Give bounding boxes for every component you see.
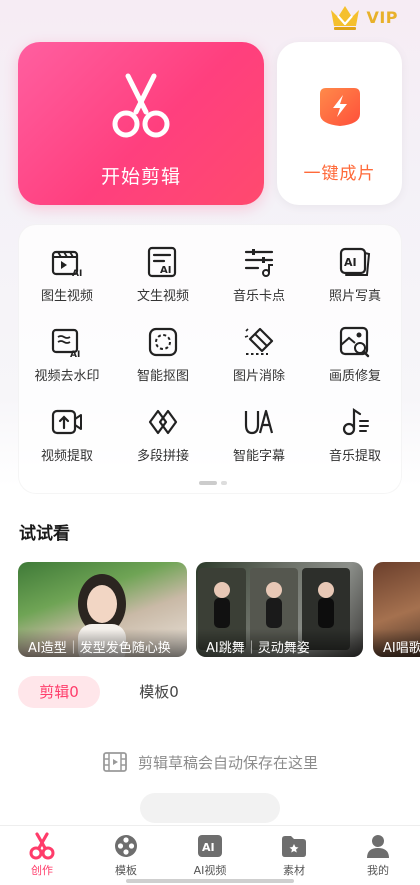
material-icon	[282, 836, 306, 857]
tool-remove-watermark[interactable]: AI 视频去水印	[19, 325, 115, 397]
photo-portrait-icon: AI	[339, 247, 371, 276]
scissors-icon	[112, 73, 170, 138]
faded-action-button	[140, 793, 280, 823]
try-card-caption: AI唱歌	[373, 629, 420, 657]
try-card-ai-dance[interactable]: AI跳舞｜灵动舞姿	[196, 562, 363, 657]
tool-label: 视频提取	[40, 449, 93, 464]
tool-label: 智能字幕	[232, 449, 285, 464]
svg-text:AI: AI	[72, 269, 82, 279]
tool-label: 画质修复	[328, 369, 381, 384]
start-edit-button[interactable]: 开始剪辑	[18, 42, 264, 205]
try-section-title: 试试看	[19, 524, 70, 544]
nav-create[interactable]: 创作	[0, 826, 84, 885]
multi-splice-icon	[148, 409, 178, 435]
nav-ai-video[interactable]: AI AI视频	[168, 826, 252, 885]
tool-music-beat[interactable]: 音乐卡点	[211, 245, 307, 317]
try-card-ai-style[interactable]: AI造型｜发型发色随心换	[18, 562, 187, 657]
profile-icon	[367, 835, 389, 858]
ai-video-icon: AI	[198, 835, 222, 857]
bottom-navigation: 创作 模板 AI AI视频 素材 我的	[0, 825, 420, 885]
tool-quality-repair[interactable]: 画质修复	[307, 325, 403, 397]
svg-text:AI: AI	[202, 841, 215, 854]
tab-edit-drafts[interactable]: 剪辑0	[18, 676, 100, 708]
start-edit-label: 开始剪辑	[100, 166, 181, 188]
tool-video-extract[interactable]: 视频提取	[19, 405, 115, 477]
nav-template[interactable]: 模板	[84, 826, 168, 885]
empty-drafts-text: 剪辑草稿会自动保存在这里	[137, 753, 318, 772]
try-card-row[interactable]: AI造型｜发型发色随心换 AI跳舞｜灵动舞姿 AI唱歌	[18, 562, 420, 657]
tool-multi-splice[interactable]: 多段拼接	[115, 405, 211, 477]
music-beat-icon	[244, 249, 274, 277]
crown-icon	[331, 6, 360, 30]
tool-label: 图生视频	[40, 289, 93, 304]
tool-smart-subtitle[interactable]: 智能字幕	[211, 405, 307, 477]
tab-templates[interactable]: 模板0	[124, 676, 194, 708]
tool-label: 音乐卡点	[232, 289, 285, 304]
empty-drafts-message: 剪辑草稿会自动保存在这里	[0, 750, 420, 774]
smart-cutout-icon	[148, 327, 178, 357]
music-extract-icon	[342, 407, 369, 436]
smart-subtitle-icon	[244, 409, 274, 435]
image-to-video-icon: AI	[51, 250, 82, 279]
page-indicator	[199, 481, 227, 485]
nav-label: 素材	[283, 864, 305, 877]
svg-text:AI: AI	[344, 256, 357, 269]
one-click-label: 一键成片	[303, 164, 376, 184]
svg-text:AI: AI	[70, 350, 80, 359]
vip-label: VIP	[366, 7, 398, 27]
tool-photo-portrait[interactable]: AI 照片写真	[307, 245, 403, 317]
nav-label: 创作	[31, 864, 53, 877]
nav-label: 模板	[115, 864, 137, 877]
nav-profile[interactable]: 我的	[336, 826, 420, 885]
home-indicator	[126, 879, 294, 883]
tool-text-to-video[interactable]: AI 文生视频	[115, 245, 211, 317]
create-icon	[29, 832, 55, 860]
try-card-ai-sing[interactable]: AI唱歌	[373, 562, 420, 657]
quality-repair-icon	[339, 326, 370, 358]
tool-label: 文生视频	[136, 289, 189, 304]
tool-label: 多段拼接	[136, 449, 189, 464]
one-click-video-button[interactable]: 一键成片	[277, 42, 402, 205]
tool-label: 智能抠图	[136, 369, 189, 384]
tool-music-extract[interactable]: 音乐提取	[307, 405, 403, 477]
svg-text:AI: AI	[160, 265, 171, 276]
tool-image-erase[interactable]: 图片消除	[211, 325, 307, 397]
vip-badge[interactable]: VIP	[328, 2, 398, 32]
tool-label: 照片写真	[328, 289, 381, 304]
tools-panel: AI 图生视频 AI 文生视频 音乐卡点 AI 照片写真 AI 视频去水印 智能…	[18, 224, 402, 494]
eraser-icon	[244, 327, 274, 355]
try-card-caption: AI造型｜发型发色随心换	[18, 629, 187, 657]
remove-watermark-icon: AI	[51, 328, 80, 359]
nav-label: 我的	[367, 864, 389, 877]
video-extract-icon	[51, 409, 82, 435]
tool-image-to-video[interactable]: AI 图生视频	[19, 245, 115, 317]
tool-label: 音乐提取	[328, 449, 381, 464]
nav-label: AI视频	[193, 864, 227, 877]
tool-label: 视频去水印	[34, 369, 100, 384]
text-to-video-icon: AI	[147, 246, 177, 278]
try-card-caption: AI跳舞｜灵动舞姿	[196, 629, 363, 657]
film-icon	[103, 752, 127, 772]
tool-label: 图片消除	[232, 369, 285, 384]
tool-smart-cutout[interactable]: 智能抠图	[115, 325, 211, 397]
nav-material[interactable]: 素材	[252, 826, 336, 885]
one-click-logo-icon	[320, 88, 360, 126]
template-icon	[115, 835, 137, 857]
